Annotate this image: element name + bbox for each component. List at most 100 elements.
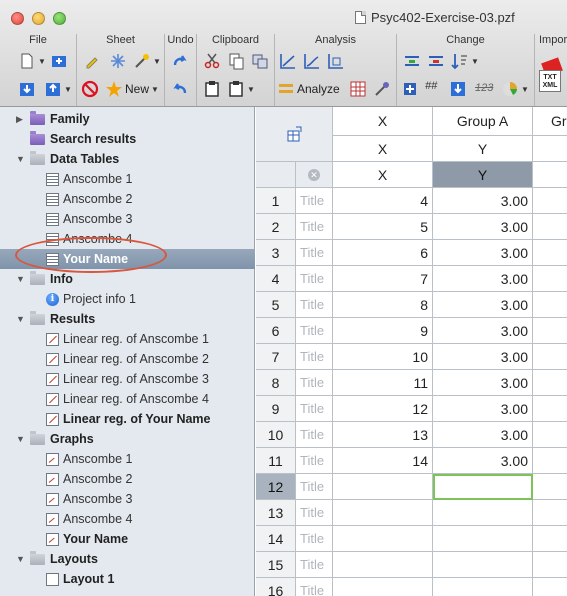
format-button[interactable] [109,52,127,70]
paste-button[interactable] [203,80,221,98]
x-value-cell[interactable] [333,526,433,552]
new-sheet-button[interactable]: New ▼ [105,80,159,98]
sidebar-section-results[interactable]: ▼ Results [0,309,255,329]
y-value-cell[interactable] [433,474,533,500]
y-value-cell[interactable]: 3.00 [433,240,533,266]
empty-cell[interactable] [533,578,567,596]
zoom-window-button[interactable] [53,12,66,25]
analyze-button[interactable]: Analyze [277,80,340,98]
transform-button[interactable] [403,52,421,70]
row-title-cell[interactable]: Title [296,266,333,292]
sidebar-item-data-anscombe-4[interactable]: Anscombe 4 [0,229,255,249]
x-value-cell[interactable]: 8 [333,292,433,318]
row-title-cell[interactable]: Title [296,526,333,552]
row-number[interactable]: 10 [256,422,296,448]
number-format-button[interactable]: ## [425,80,437,92]
x-value-cell[interactable] [333,578,433,596]
number-display-button[interactable]: 123 [475,82,493,94]
y-value-cell[interactable]: 3.00 [433,188,533,214]
y-value-cell[interactable]: 3.00 [433,214,533,240]
row-title-cell[interactable]: Title [296,552,333,578]
row-number[interactable]: 4 [256,266,296,292]
delete-sheet-button[interactable] [81,80,99,98]
x-value-cell[interactable]: 4 [333,188,433,214]
sidebar-section-data-tables[interactable]: ▼ Data Tables [0,149,255,169]
row-number[interactable]: 3 [256,240,296,266]
y-value-cell[interactable] [433,500,533,526]
empty-cell[interactable] [533,526,567,552]
sidebar-item-graph-anscombe-4[interactable]: Anscombe 4 [0,509,255,529]
sidebar-item-data-anscombe-1[interactable]: Anscombe 1 [0,169,255,189]
disclosure-down-icon[interactable]: ▼ [16,434,26,444]
normalize-button[interactable] [427,52,445,70]
row-title-cell[interactable]: Title [296,292,333,318]
x-value-cell[interactable]: 5 [333,214,433,240]
row-title-cell[interactable]: Title [296,578,333,596]
y-value-cell[interactable]: 3.00 [433,448,533,474]
sidebar-item-data-anscombe-2[interactable]: Anscombe 2 [0,189,255,209]
row-number[interactable]: 1 [256,188,296,214]
empty-cell[interactable] [533,344,567,370]
empty-cell[interactable] [533,214,567,240]
sidebar-item-search-results[interactable]: Search results [0,129,255,149]
row-title-cell[interactable]: Title [296,422,333,448]
sidebar-item-result-anscombe-1[interactable]: Linear reg. of Anscombe 1 [0,329,255,349]
y-value-cell[interactable] [433,578,533,596]
interpolate-button[interactable] [327,52,345,70]
row-title-cell[interactable]: Title [296,344,333,370]
x-value-cell[interactable]: 13 [333,422,433,448]
y-value-cell[interactable]: 3.00 [433,370,533,396]
x-value-cell[interactable]: 10 [333,344,433,370]
row-title-cell[interactable]: Title [296,214,333,240]
x-value-cell[interactable]: 12 [333,396,433,422]
empty-cell[interactable] [533,318,567,344]
sidebar-section-graphs[interactable]: ▼ Graphs [0,429,255,449]
disclosure-down-icon[interactable]: ▼ [16,154,26,164]
y-value-cell[interactable]: 3.00 [433,292,533,318]
empty-cell[interactable] [533,474,567,500]
empty-cell[interactable] [533,396,567,422]
nonlinear-regression-button[interactable] [303,52,321,70]
row-title-cell[interactable]: Title [296,318,333,344]
y-value-cell[interactable]: 3.00 [433,396,533,422]
row-title-cell[interactable]: Title [296,448,333,474]
empty-cell[interactable] [533,422,567,448]
close-window-button[interactable] [11,12,24,25]
row-number[interactable]: 15 [256,552,296,578]
linear-regression-button[interactable] [279,52,297,70]
disclosure-down-icon[interactable]: ▼ [16,314,26,324]
y-value-cell[interactable]: 3.00 [433,422,533,448]
row-number[interactable]: 5 [256,292,296,318]
cut-button[interactable] [203,52,221,70]
row-title-cell[interactable]: Title [296,474,333,500]
y-value-cell[interactable]: 3.00 [433,318,533,344]
row-number[interactable]: 13 [256,500,296,526]
sidebar-item-graph-anscombe-1[interactable]: Anscombe 1 [0,449,255,469]
sidebar-item-project-info-1[interactable]: i Project info 1 [0,289,255,309]
x-value-cell[interactable]: 6 [333,240,433,266]
row-title-cell[interactable]: Title [296,396,333,422]
row-number[interactable]: 6 [256,318,296,344]
paste-special-button[interactable]: ▼ [227,80,255,98]
column-header-x[interactable]: X [333,107,433,136]
copy-button[interactable] [227,52,245,70]
magic-analyze-button[interactable] [373,80,391,98]
sidebar-item-result-anscombe-4[interactable]: Linear reg. of Anscombe 4 [0,389,255,409]
sidebar-item-graph-anscombe-2[interactable]: Anscombe 2 [0,469,255,489]
empty-cell[interactable] [533,266,567,292]
disclosure-down-icon[interactable]: ▼ [16,274,26,284]
import-txt-xml-button[interactable]: TXT XML [539,57,565,92]
sort-button[interactable]: ▼ [451,52,479,70]
empty-cell[interactable] [533,292,567,318]
row-number[interactable]: 12 [256,474,296,500]
row-number[interactable]: 9 [256,396,296,422]
import-data-button[interactable] [449,80,467,98]
sidebar-item-graph-your-name[interactable]: Your Name [0,529,255,549]
redo-button[interactable] [171,52,189,70]
empty-cell[interactable] [533,552,567,578]
disclosure-down-icon[interactable]: ▼ [16,554,26,564]
insert-column-button[interactable] [401,80,419,98]
x-value-cell[interactable] [333,552,433,578]
row-number[interactable]: 11 [256,448,296,474]
sidebar-item-family[interactable]: ▶ Family [0,109,255,129]
